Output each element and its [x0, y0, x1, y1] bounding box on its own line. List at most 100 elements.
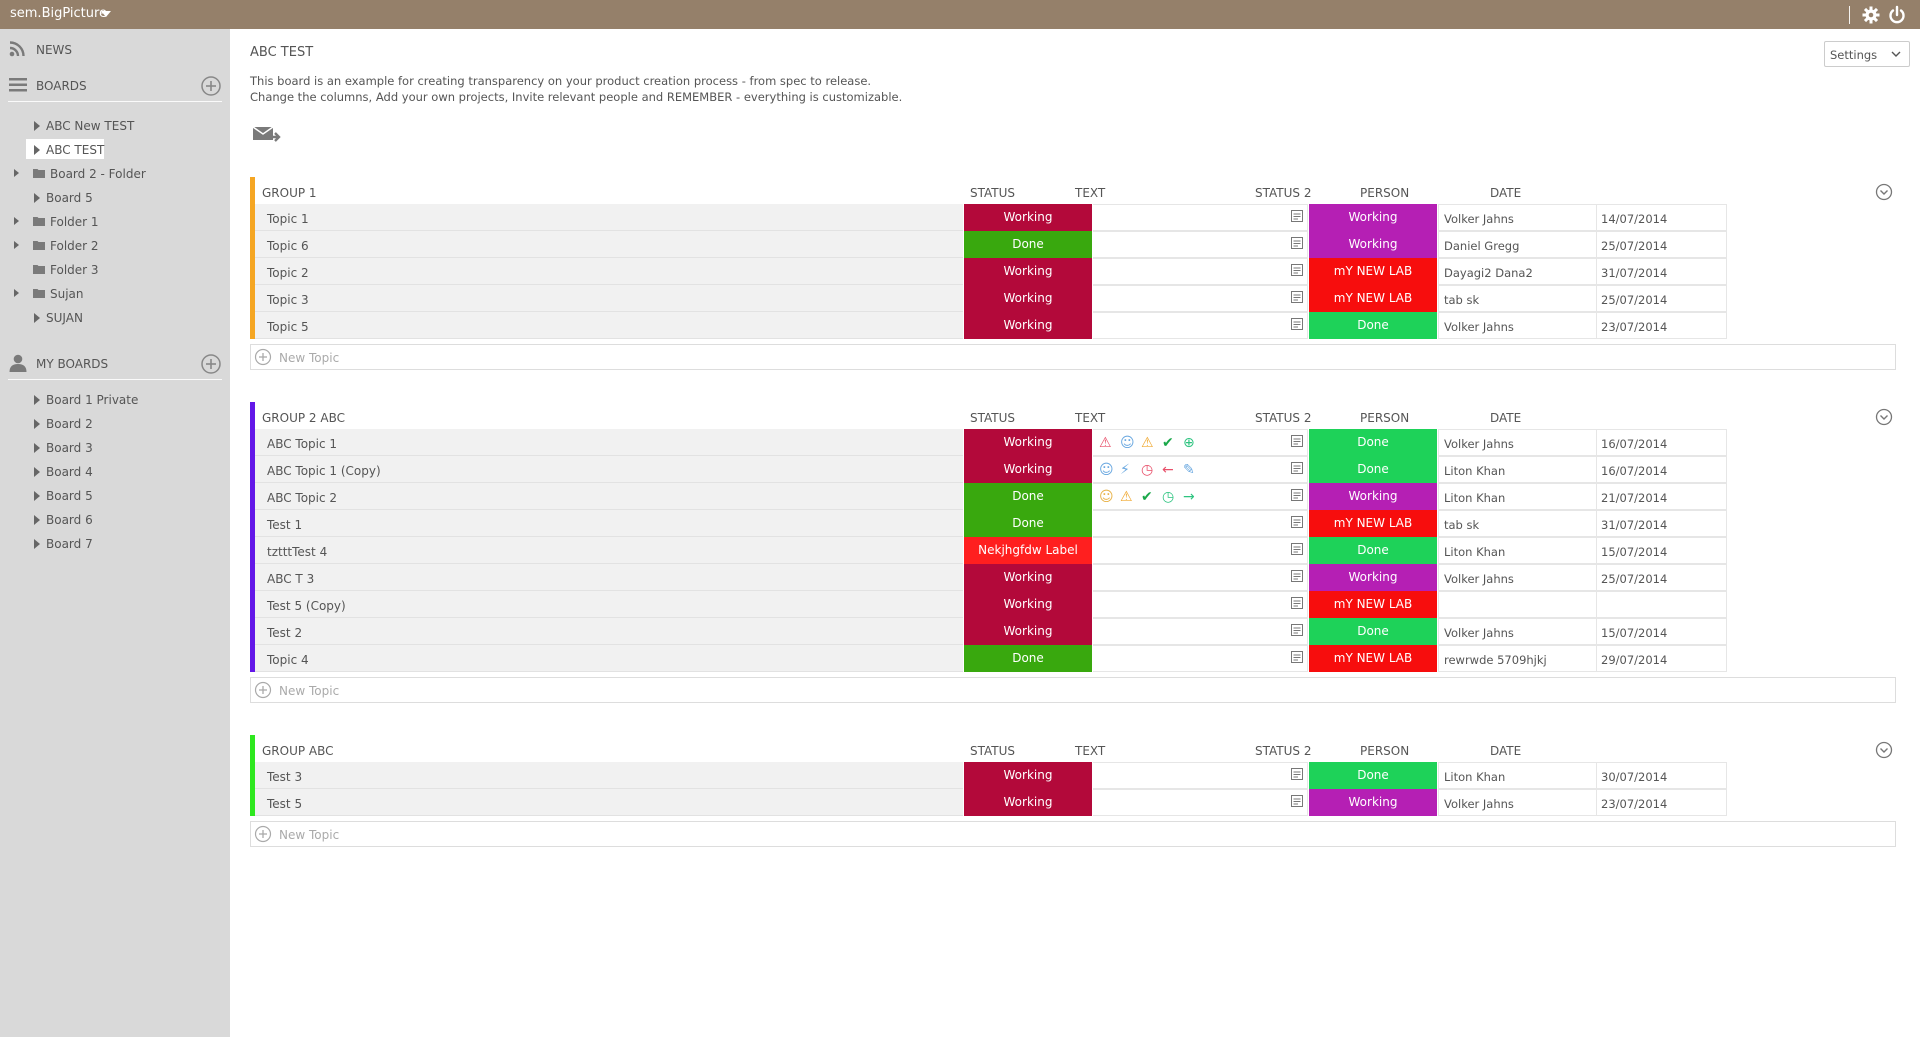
status-2-cell[interactable]: Done: [1309, 429, 1437, 456]
edit-text-icon[interactable]: [1291, 462, 1303, 474]
group-name[interactable]: GROUP 1: [262, 186, 317, 200]
status-cell[interactable]: Working: [964, 762, 1092, 789]
status-2-cell[interactable]: Done: [1309, 762, 1437, 789]
text-cell[interactable]: [1093, 618, 1308, 645]
date-cell[interactable]: 25/07/2014: [1597, 231, 1727, 258]
date-cell[interactable]: 14/07/2014: [1597, 204, 1727, 231]
sidebar-item-board-2-folder[interactable]: Board 2 - Folder: [0, 163, 226, 185]
new-topic-input[interactable]: New Topic: [250, 344, 1896, 370]
status-2-cell[interactable]: mY NEW LAB: [1309, 645, 1437, 672]
topic-cell[interactable]: Topic 2: [255, 258, 963, 285]
date-cell[interactable]: 16/07/2014: [1597, 456, 1727, 483]
new-topic-input[interactable]: New Topic: [250, 677, 1896, 703]
column-header-date[interactable]: DATE: [1490, 744, 1521, 758]
app-menu-caret-icon[interactable]: [101, 11, 111, 17]
person-cell[interactable]: Liton Khan: [1438, 456, 1597, 483]
status-cell[interactable]: Done: [964, 231, 1092, 258]
topic-cell[interactable]: ABC Topic 1 (Copy): [255, 456, 963, 483]
sidebar-item-board-5[interactable]: Board 5: [0, 187, 226, 209]
topic-cell[interactable]: ABC T 3: [255, 564, 963, 591]
topic-cell[interactable]: Test 3: [255, 762, 963, 789]
sidebar-item-abc-test[interactable]: ABC TEST: [0, 139, 226, 161]
date-cell[interactable]: 16/07/2014: [1597, 429, 1727, 456]
text-cell[interactable]: [1093, 537, 1308, 564]
topic-cell[interactable]: Topic 6: [255, 231, 963, 258]
status-cell[interactable]: Done: [964, 645, 1092, 672]
status-2-cell[interactable]: Done: [1309, 537, 1437, 564]
edit-text-icon[interactable]: [1291, 651, 1303, 663]
group-name[interactable]: GROUP ABC: [262, 744, 334, 758]
column-header-status-2[interactable]: STATUS 2: [1255, 744, 1311, 758]
status-2-cell[interactable]: Working: [1309, 483, 1437, 510]
status-cell[interactable]: Done: [964, 483, 1092, 510]
status-cell[interactable]: Working: [964, 618, 1092, 645]
sidebar-item-board-1-private[interactable]: Board 1 Private: [0, 389, 226, 411]
text-cell[interactable]: [1093, 510, 1308, 537]
status-cell[interactable]: Done: [964, 510, 1092, 537]
status-2-cell[interactable]: Working: [1309, 789, 1437, 816]
collapse-group-icon[interactable]: [1875, 741, 1893, 759]
date-cell[interactable]: 15/07/2014: [1597, 537, 1727, 564]
person-cell[interactable]: Dayagi2 Dana2: [1438, 258, 1597, 285]
sidebar-item-folder-1[interactable]: Folder 1: [0, 211, 226, 233]
sidebar-boards-header[interactable]: BOARDS: [0, 73, 226, 99]
expand-arrow-icon[interactable]: [14, 241, 19, 249]
text-cell[interactable]: [1093, 564, 1308, 591]
text-cell[interactable]: ⚠ ☺ ⚠ ✔ ⊕: [1093, 429, 1308, 456]
edit-text-icon[interactable]: [1291, 597, 1303, 609]
column-header-person[interactable]: PERSON: [1360, 411, 1409, 425]
sidebar-item-board-2[interactable]: Board 2: [0, 413, 226, 435]
status-cell[interactable]: Working: [964, 591, 1092, 618]
edit-text-icon[interactable]: [1291, 210, 1303, 222]
status-2-cell[interactable]: Done: [1309, 312, 1437, 339]
text-cell[interactable]: [1093, 762, 1308, 789]
status-2-cell[interactable]: mY NEW LAB: [1309, 258, 1437, 285]
status-2-cell[interactable]: Working: [1309, 564, 1437, 591]
status-cell[interactable]: Working: [964, 789, 1092, 816]
column-header-status-2[interactable]: STATUS 2: [1255, 411, 1311, 425]
status-2-cell[interactable]: Done: [1309, 456, 1437, 483]
date-cell[interactable]: [1597, 591, 1727, 618]
date-cell[interactable]: 23/07/2014: [1597, 789, 1727, 816]
column-header-text[interactable]: TEXT: [1075, 411, 1105, 425]
date-cell[interactable]: 25/07/2014: [1597, 564, 1727, 591]
date-cell[interactable]: 23/07/2014: [1597, 312, 1727, 339]
topic-cell[interactable]: tztttTest 4: [255, 537, 963, 564]
column-header-status-2[interactable]: STATUS 2: [1255, 186, 1311, 200]
person-cell[interactable]: rewrwde 5709hjkj: [1438, 645, 1597, 672]
status-cell[interactable]: Working: [964, 258, 1092, 285]
topic-cell[interactable]: Topic 1: [255, 204, 963, 231]
date-cell[interactable]: 21/07/2014: [1597, 483, 1727, 510]
person-cell[interactable]: Volker Jahns: [1438, 618, 1597, 645]
collapse-group-icon[interactable]: [1875, 408, 1893, 426]
edit-text-icon[interactable]: [1291, 264, 1303, 276]
edit-text-icon[interactable]: [1291, 768, 1303, 780]
edit-text-icon[interactable]: [1291, 489, 1303, 501]
edit-text-icon[interactable]: [1291, 570, 1303, 582]
person-cell[interactable]: Liton Khan: [1438, 483, 1597, 510]
column-header-text[interactable]: TEXT: [1075, 744, 1105, 758]
date-cell[interactable]: 30/07/2014: [1597, 762, 1727, 789]
status-cell[interactable]: Working: [964, 312, 1092, 339]
sidebar-item-board-4[interactable]: Board 4: [0, 461, 226, 483]
person-cell[interactable]: Daniel Gregg: [1438, 231, 1597, 258]
edit-text-icon[interactable]: [1291, 516, 1303, 528]
group-name[interactable]: GROUP 2 ABC: [262, 411, 345, 425]
sidebar-news[interactable]: NEWS: [0, 37, 226, 63]
person-cell[interactable]: Volker Jahns: [1438, 204, 1597, 231]
person-cell[interactable]: Volker Jahns: [1438, 312, 1597, 339]
person-cell[interactable]: Liton Khan: [1438, 762, 1597, 789]
person-cell[interactable]: Volker Jahns: [1438, 429, 1597, 456]
person-cell[interactable]: Volker Jahns: [1438, 789, 1597, 816]
sidebar-item-board-7[interactable]: Board 7: [0, 533, 226, 555]
text-cell[interactable]: [1093, 204, 1308, 231]
text-cell[interactable]: [1093, 591, 1308, 618]
topic-cell[interactable]: ABC Topic 2: [255, 483, 963, 510]
sidebar-item-board-6[interactable]: Board 6: [0, 509, 226, 531]
sidebar-item-abc-new-test[interactable]: ABC New TEST: [0, 115, 226, 137]
column-header-person[interactable]: PERSON: [1360, 744, 1409, 758]
text-cell[interactable]: [1093, 312, 1308, 339]
topic-cell[interactable]: ABC Topic 1: [255, 429, 963, 456]
column-header-person[interactable]: PERSON: [1360, 186, 1409, 200]
status-2-cell[interactable]: Working: [1309, 231, 1437, 258]
